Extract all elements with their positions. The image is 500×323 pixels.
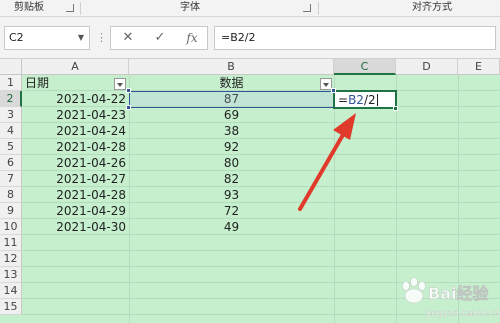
ribbon-separator	[318, 2, 319, 15]
formula-bar: C2 ▼ ⋮ ✕ ✓ fx =B2/2	[0, 17, 500, 59]
baidu-jingyan-watermark: Bai经验 jingyan.baidu.com	[402, 277, 500, 319]
insert-function-button[interactable]: fx	[179, 27, 205, 49]
ribbon-group-clipboard: 剪贴板	[14, 2, 44, 13]
svg-text:Bai经验: Bai经验	[428, 284, 489, 303]
ribbon-separator	[80, 2, 81, 15]
check-icon[interactable]: ✓	[147, 27, 173, 49]
clipboard-launcher-icon[interactable]	[66, 4, 74, 12]
ribbon-group-alignment: 对齐方式	[412, 2, 452, 13]
close-icon[interactable]: ✕	[115, 27, 141, 49]
more-icon[interactable]: ⋮	[96, 30, 107, 46]
svg-text:jingyan.baidu.com: jingyan.baidu.com	[425, 309, 500, 319]
formula-input[interactable]: =B2/2	[214, 26, 496, 50]
ribbon-group-font: 字体	[180, 2, 200, 13]
font-launcher-icon[interactable]	[303, 4, 311, 12]
name-box-value: C2	[9, 31, 24, 44]
chevron-down-icon[interactable]: ▼	[78, 27, 84, 49]
name-box[interactable]: C2 ▼	[4, 26, 90, 50]
ribbon-group-bar: 剪贴板 字体 对齐方式	[0, 0, 500, 17]
formula-buttons: ✕ ✓ fx	[110, 26, 208, 50]
